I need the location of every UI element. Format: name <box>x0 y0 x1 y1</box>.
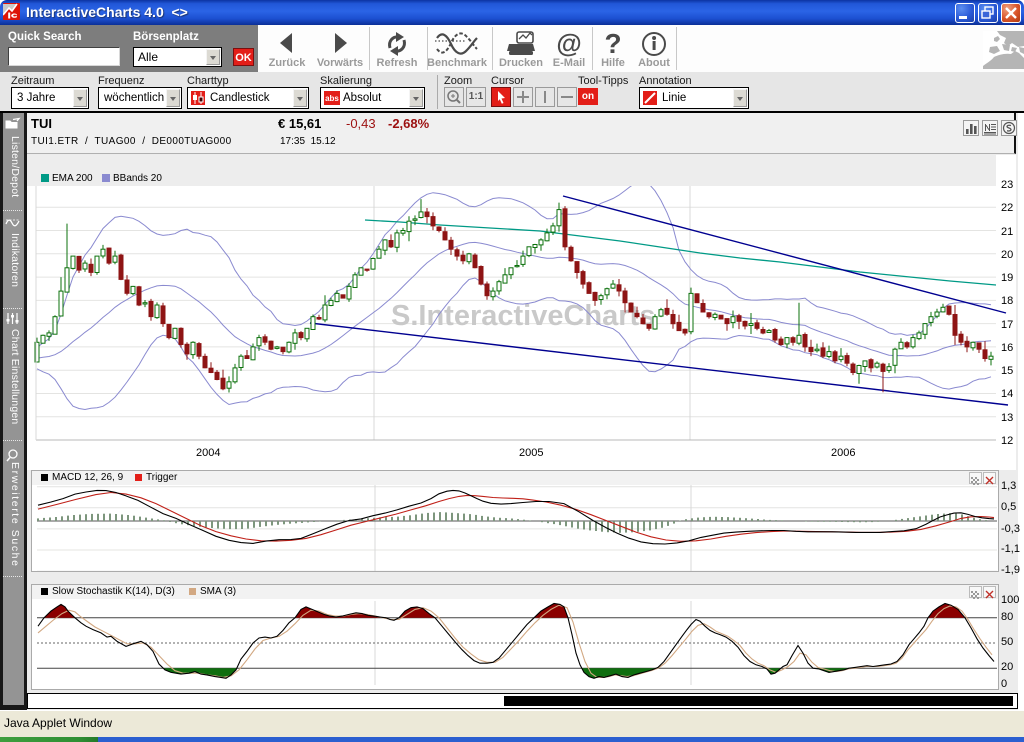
svg-text:17: 17 <box>1001 319 1013 331</box>
svg-text:23: 23 <box>1001 179 1013 191</box>
svg-text:2004: 2004 <box>196 447 220 459</box>
svg-text:13: 13 <box>1001 412 1013 424</box>
svg-text:@: @ <box>556 30 581 58</box>
svg-text:22: 22 <box>1001 202 1013 214</box>
svg-text:14: 14 <box>1001 388 1013 400</box>
svg-text:12: 12 <box>1001 435 1013 447</box>
svg-text:16: 16 <box>1001 342 1013 354</box>
svg-text:18: 18 <box>1001 295 1013 307</box>
svg-text:2006: 2006 <box>831 447 855 459</box>
svg-text:15: 15 <box>1001 365 1013 377</box>
svg-text:19: 19 <box>1001 272 1013 284</box>
svg-text:21: 21 <box>1001 226 1013 238</box>
svg-text:abs: abs <box>325 94 339 103</box>
svg-text:2005: 2005 <box>519 447 543 459</box>
svg-text:20: 20 <box>1001 249 1013 261</box>
svg-text:?: ? <box>604 30 621 58</box>
